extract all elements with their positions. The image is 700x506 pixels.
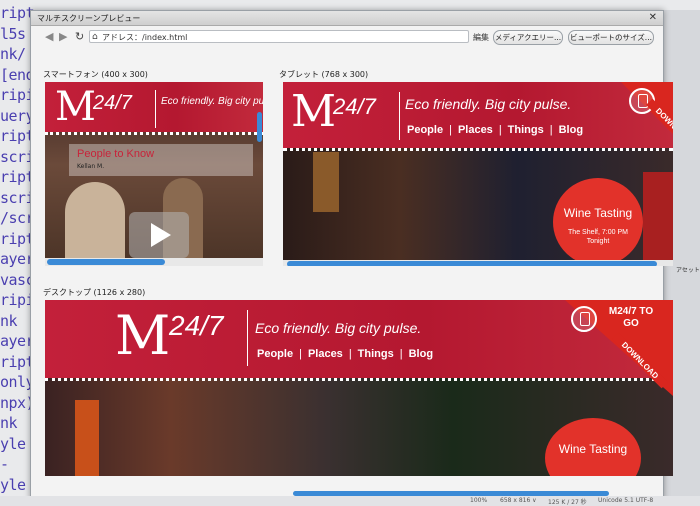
code-line: uery [0,106,35,125]
code-line: nk/ [0,45,26,63]
site-nav: People | Places | Things | Blog [257,348,434,360]
nav-places[interactable]: Places [458,124,493,136]
status-file-size: 125 K / 27 秒 [548,499,587,506]
feature-title: People to Know [77,148,155,160]
person-photo [65,182,125,266]
phone-icon [571,306,597,332]
status-zoom: 100% [470,497,488,504]
logo-bridge-icon: M [291,86,337,137]
code-line: yle [0,434,26,453]
toolbar: ◀ ▶ ↻ ⌂ アドレス：/index.html 編集 メディアクエリー... … [31,26,663,48]
tablet-preview[interactable]: M 24/7 Eco friendly. Big city pulse. Peo… [283,82,673,266]
site-nav: People | Places | Things | Blog [407,124,584,136]
forward-icon[interactable]: ▶ [59,30,67,43]
media-query-button[interactable]: メディアクエリー... [493,30,563,45]
site-tagline: Eco friendly. Big city pulse. [161,96,263,107]
event-detail: The Shelf, 7:00 PM Tonight [568,229,628,245]
asset-panel-label: アセット [676,267,700,274]
shop-window [75,400,99,476]
refresh-icon[interactable]: ↻ [75,30,84,43]
site-header: M 24/7 Eco friendly. Big city pulse. Peo… [283,82,673,148]
nav-things[interactable]: Things [508,124,544,136]
close-icon[interactable]: ✕ [649,12,657,23]
code-line: ript [0,127,35,145]
site-header: M 24/7 Eco friendly. Big city pulse. [45,82,263,132]
address-label: アドレス： [102,33,142,42]
address-bar[interactable]: ⌂ アドレス：/index.html [89,30,469,43]
nav-people[interactable]: People [407,124,443,136]
code-line: scri [0,188,35,207]
promo-title: M24/7 TO GO [608,306,654,329]
nav-people[interactable]: People [257,348,293,360]
video-play-button[interactable] [129,212,189,258]
event-badge[interactable]: Wine Tasting The Shelf, 7:00 PM Tonight [553,178,643,266]
code-line: only [0,373,35,391]
code-line: - [0,455,9,473]
status-window-size: 658 x 816 ∨ [500,497,537,504]
code-line: ript [0,229,35,248]
dotted-rule [45,378,673,381]
event-title: Wine Tasting [563,206,633,220]
site-tagline: Eco friendly. Big city pulse. [405,96,572,112]
desktop-label: デスクトップ (1126 x 280) [43,288,146,297]
desktop-preview[interactable]: M 24/7 Eco friendly. Big city pulse. Peo… [45,300,673,476]
smartphone-label: スマートフォン (400 x 300) [43,70,148,79]
code-line: ript [0,352,35,371]
site-tagline: Eco friendly. Big city pulse. [255,320,422,336]
logo-bridge-icon: M [115,304,171,367]
vertical-scrollbar[interactable] [257,112,262,142]
divider [155,90,156,128]
home-icon[interactable]: ⌂ [92,31,98,44]
code-line: /scr [0,209,35,227]
address-value: /index.html [142,33,188,42]
nav-blog[interactable]: Blog [559,124,583,136]
event-title: Wine Tasting [558,442,628,456]
code-line: nk [0,414,18,432]
nav-things[interactable]: Things [358,348,394,360]
viewport-size-button[interactable]: ビューポートのサイズ... [568,30,654,45]
code-line: ript [0,168,35,186]
code-line: ript [0,4,35,22]
logo-bridge-icon: M [55,84,96,130]
code-line: ayer [0,332,35,350]
code-line: npx) [0,393,35,412]
dotted-rule [283,148,673,151]
tablet-label: タブレット (768 x 300) [279,70,369,79]
divider [399,92,400,140]
feature-name: Kellan M. [77,163,105,170]
shop-window [313,152,339,212]
dotted-rule [45,132,263,135]
window-titlebar: マルチスクリーンプレビュー ✕ [31,11,663,26]
code-line: scri [0,147,35,166]
feature-card[interactable]: People to Know Kellan M. [69,144,253,176]
logo-number: 24/7 [93,92,132,114]
smartphone-preview[interactable]: M 24/7 Eco friendly. Big city pulse. Peo… [45,82,263,266]
code-line: l5s [0,24,26,43]
play-icon [151,223,171,247]
multiscreen-preview-window: マルチスクリーンプレビュー ✕ ◀ ▶ ↻ ⌂ アドレス：/index.html… [30,10,673,500]
divider [247,310,248,366]
horizontal-scrollbar[interactable] [47,259,165,265]
window-title: マルチスクリーンプレビュー [37,14,141,23]
code-line: yle [0,475,26,494]
status-bar: 100% 658 x 816 ∨ 125 K / 27 秒 Unicode 5.… [0,496,700,506]
code-line: nk [0,311,18,330]
code-line: ripi [0,86,35,104]
code-line: ripi [0,291,35,309]
nav-places[interactable]: Places [308,348,343,360]
back-icon[interactable]: ◀ [45,30,53,43]
logo-number: 24/7 [169,310,224,341]
edit-label[interactable]: 編集 [473,32,489,43]
horizontal-scrollbar[interactable] [287,261,657,266]
logo-number: 24/7 [333,94,376,119]
code-line: ayer [0,250,35,268]
status-encoding: Unicode 5.1 UTF-8 [598,497,654,504]
nav-blog[interactable]: Blog [409,348,433,360]
code-line: vasc [0,270,35,289]
code-line: [end [0,65,35,84]
bus-graphic [643,172,673,262]
